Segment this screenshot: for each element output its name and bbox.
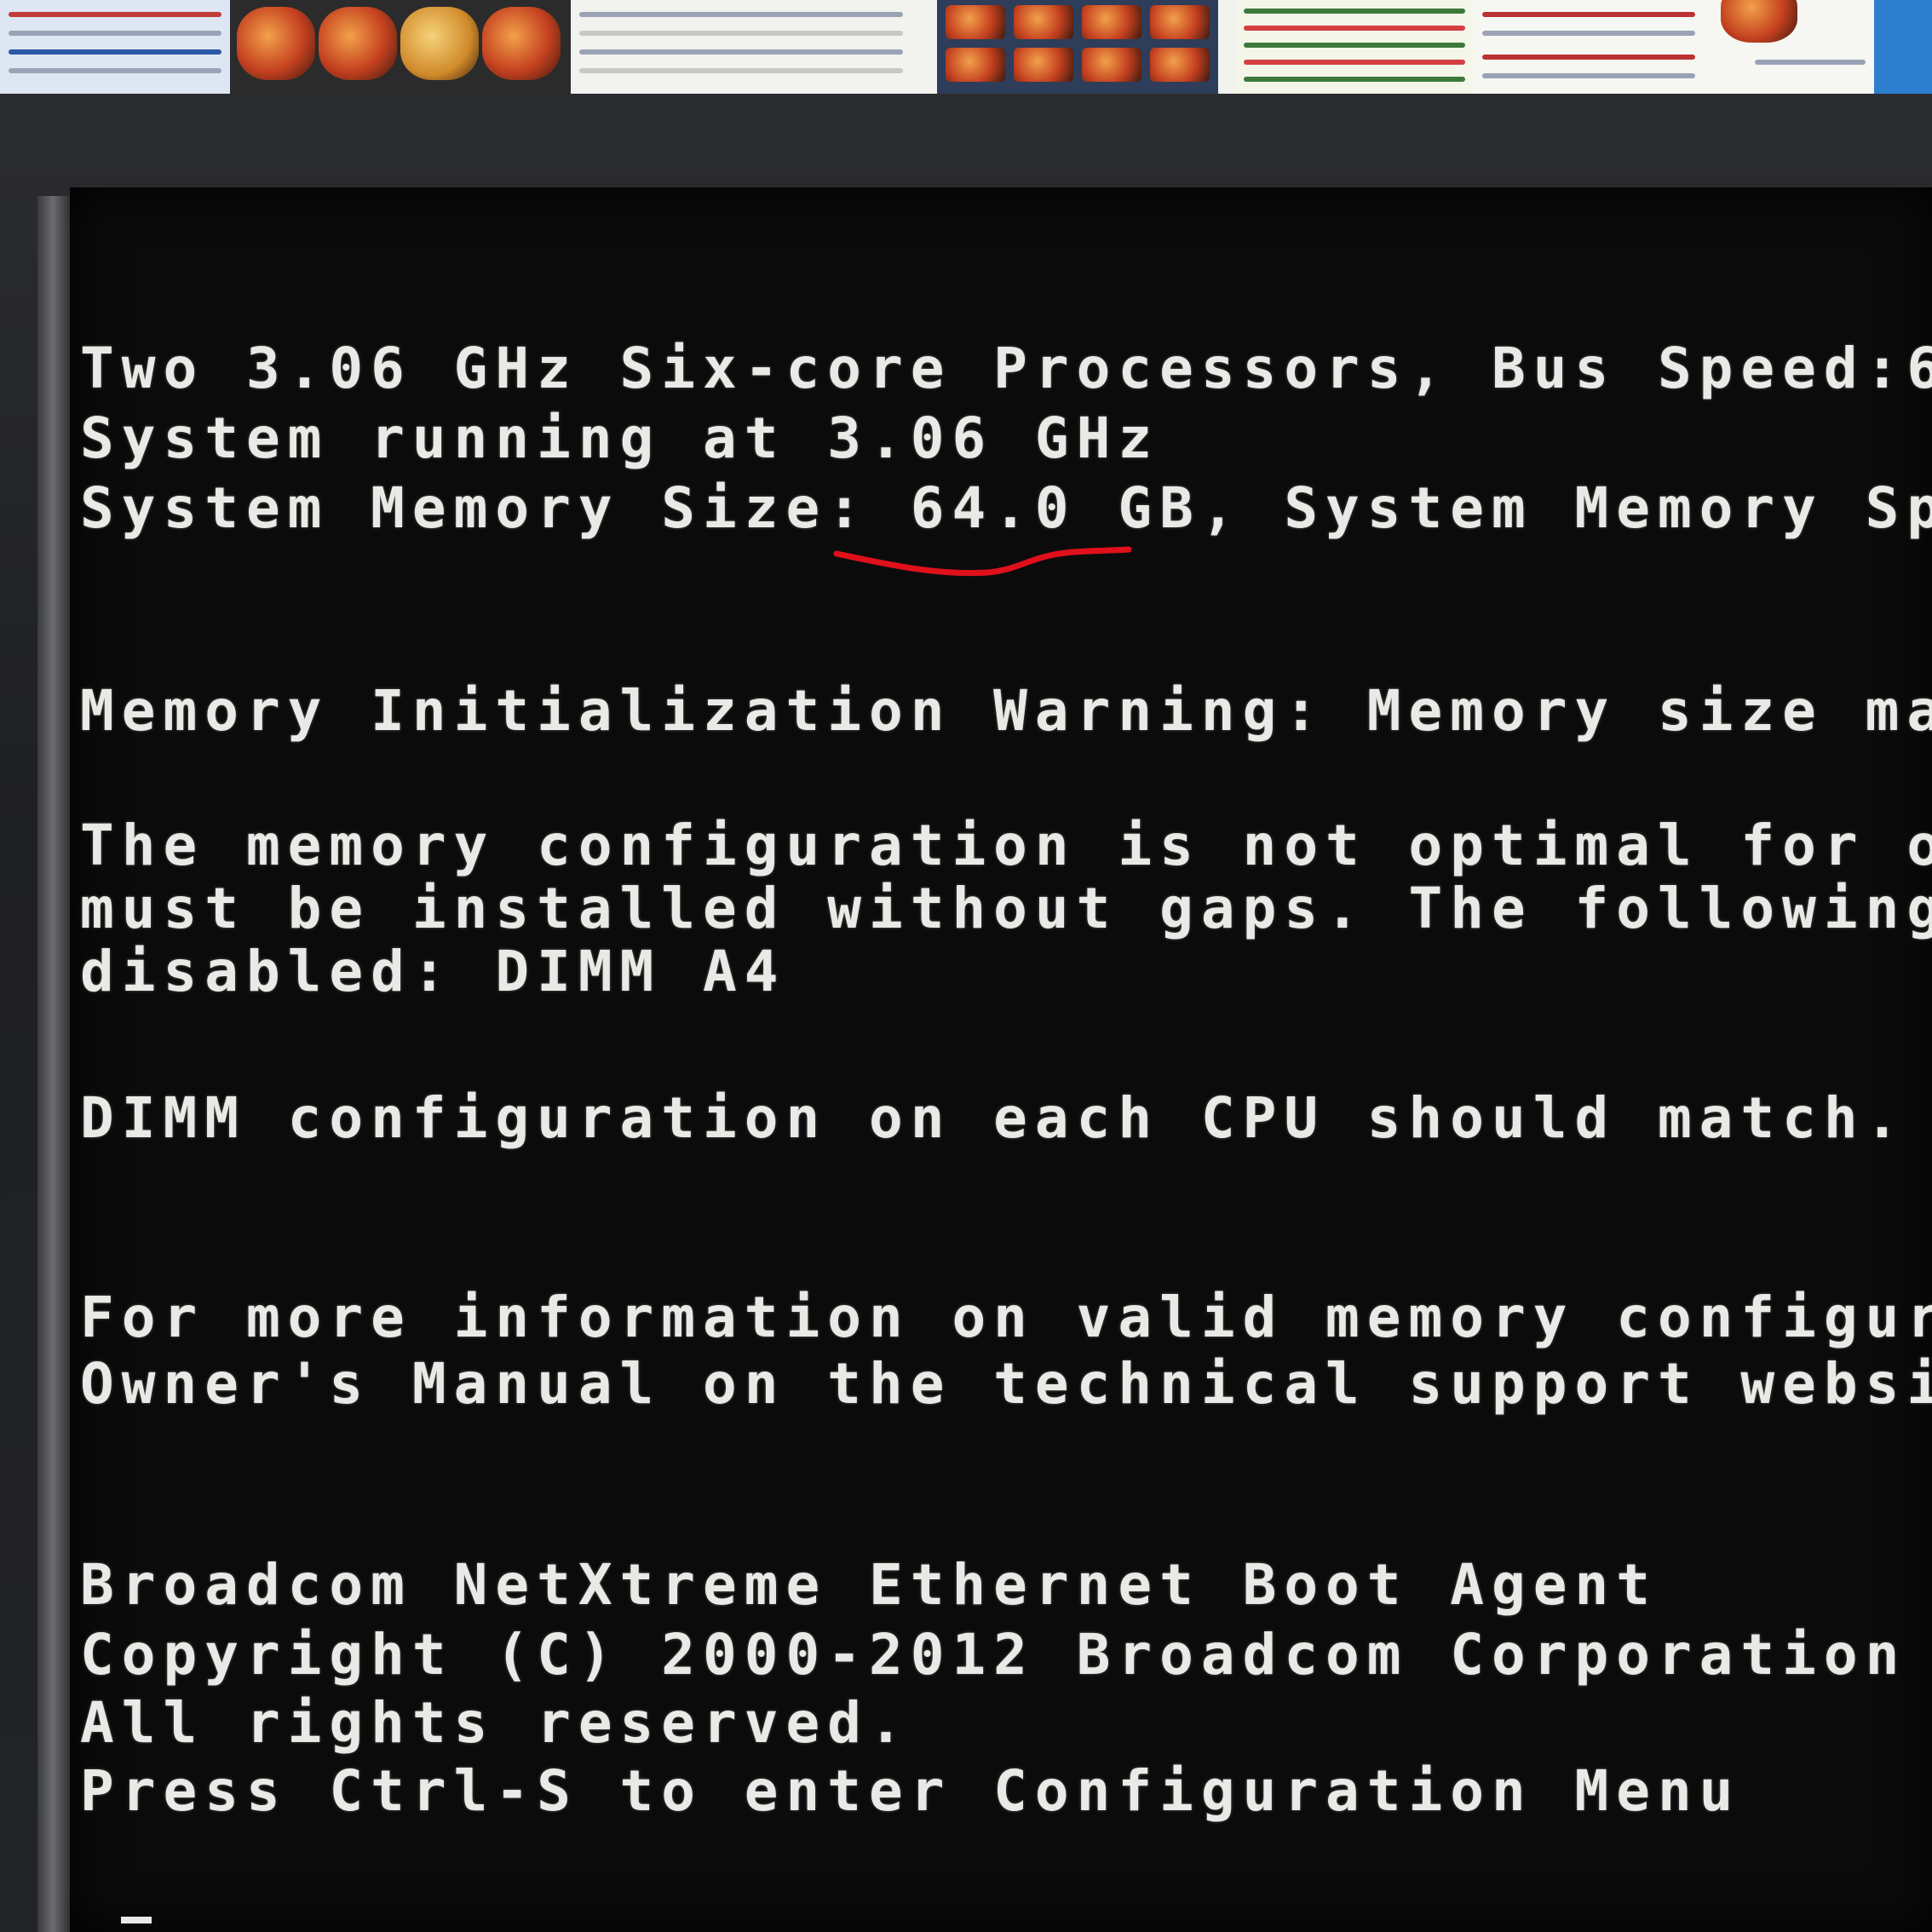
flyer-set-menu xyxy=(1474,0,1704,94)
dimm-config-line: DIMM configuration on each CPU should ma… xyxy=(80,1085,1907,1151)
memory-config-line-1: The memory configuration is not optimal … xyxy=(80,813,1932,878)
boot-agent-line: Broadcom NetXtreme Ethernet Boot Agent xyxy=(80,1552,1658,1618)
flyer-dish xyxy=(1704,0,1874,94)
cpu-info-line: Two 3.06 GHz Six-core Processors, Bus Sp… xyxy=(80,336,1932,401)
memory-warning-line: Memory Initialization Warning: Memory si… xyxy=(80,678,1932,744)
config-menu-prompt-line: Press Ctrl-S to enter Configuration Menu xyxy=(80,1758,1741,1824)
more-info-line-1: For more information on valid memory con… xyxy=(80,1285,1932,1350)
copyright-line: Copyright (C) 2000-2012 Broadcom Corpora… xyxy=(80,1622,1907,1688)
more-info-line-2: Owner's Manual on the technical support … xyxy=(80,1351,1932,1417)
flyer-panel xyxy=(0,0,230,94)
restaurant-flyer-background xyxy=(0,0,1932,94)
monitor-bezel-edge xyxy=(37,196,72,1932)
flyer-edge xyxy=(1874,0,1932,94)
memory-size-line: System Memory Size: 64.0 GB, System Memo… xyxy=(80,475,1932,541)
flyer-food-grid xyxy=(937,0,1218,94)
system-speed-line: System running at 3.06 GHz xyxy=(80,405,1160,471)
flyer-food-photos xyxy=(230,0,571,94)
flyer-price-list xyxy=(1235,0,1474,94)
memory-config-line-3: disabled: DIMM A4 xyxy=(80,939,786,1004)
memory-config-line-2: must be installed without gaps. The foll… xyxy=(80,876,1932,941)
photo: Two 3.06 GHz Six-core Processors, Bus Sp… xyxy=(0,0,1932,1932)
flyer-menu-text xyxy=(571,0,911,94)
bios-screen: Two 3.06 GHz Six-core Processors, Bus Sp… xyxy=(70,187,1932,1932)
text-cursor xyxy=(121,1917,152,1923)
rights-reserved-line: All rights reserved. xyxy=(80,1690,911,1756)
